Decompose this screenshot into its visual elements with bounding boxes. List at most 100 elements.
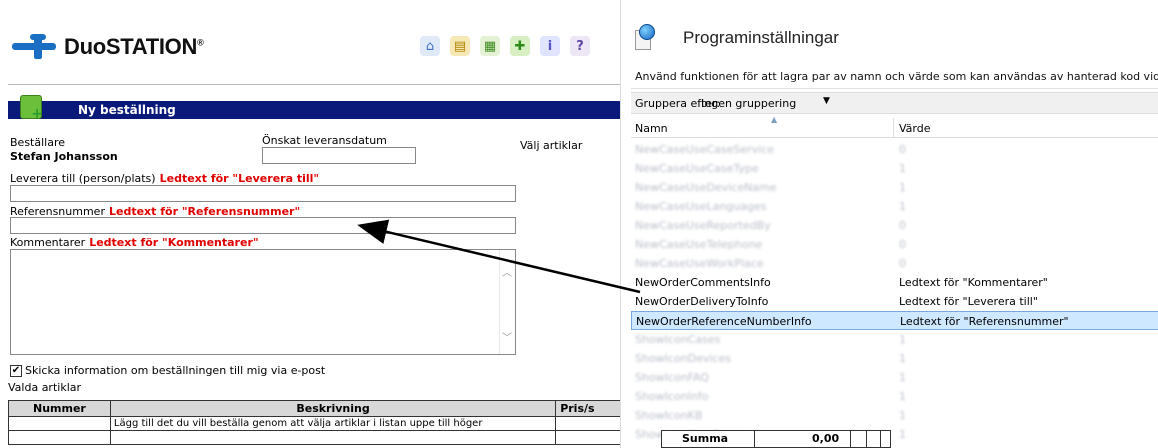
grid-header: ▲ Namn Värde bbox=[631, 115, 1158, 138]
setting-name: NewCaseUseReportedBy bbox=[635, 219, 771, 232]
deliver-to-input[interactable] bbox=[10, 185, 516, 202]
info-icon[interactable]: i bbox=[540, 36, 560, 56]
inbox-icon[interactable]: ▤ bbox=[450, 36, 470, 56]
setting-value: 1 bbox=[899, 333, 906, 346]
reference-input[interactable] bbox=[10, 217, 516, 234]
sum-value: 0,00 bbox=[812, 432, 840, 445]
home-icon[interactable]: ⌂ bbox=[420, 36, 440, 56]
articles-table: Nummer Beskrivning Pris/s Lägg till det … bbox=[8, 400, 708, 445]
selected-articles-label: Valda artiklar bbox=[8, 381, 82, 394]
section-header: Ny beställning bbox=[8, 95, 640, 122]
scroll-down-icon[interactable]: ﹀ bbox=[502, 329, 512, 344]
list-item[interactable]: NewCaseUseCaseType 1 bbox=[631, 159, 1158, 178]
list-item[interactable]: NewCaseUseCaseService 0 bbox=[631, 140, 1158, 159]
orderer-label: Beställare bbox=[10, 136, 65, 149]
setting-name: NewCaseUseDeviceName bbox=[635, 181, 777, 194]
order-icon[interactable]: ✚ bbox=[510, 36, 530, 56]
logo-mark-icon bbox=[12, 34, 60, 60]
group-by-bar: Gruppera efter: Ingen gruppering ▼ bbox=[631, 92, 1158, 114]
setting-name: ShowIconFAQ bbox=[635, 371, 709, 384]
setting-name: NewOrderCommentsInfo bbox=[635, 276, 771, 289]
list-item[interactable]: NewOrderReferenceNumberInfo Ledtext för "… bbox=[631, 311, 1158, 330]
setting-name: NewCaseUseCaseService bbox=[635, 143, 775, 156]
settings-list: NewCaseUseCaseService 0 NewCaseUseCaseType… bbox=[631, 140, 1158, 444]
choose-articles-label: Välj artiklar bbox=[520, 139, 583, 152]
sum-label: Summa bbox=[682, 432, 729, 445]
setting-value: 1 bbox=[899, 428, 906, 441]
setting-value: 1 bbox=[899, 409, 906, 422]
summary-bar: Summa 0,00 bbox=[661, 430, 891, 448]
setting-name: NewCaseUseTelephone bbox=[635, 238, 763, 251]
table-hint-cell: Lägg till det du vill beställa genom att… bbox=[109, 416, 557, 431]
comments-hint: Ledtext för "Kommentarer" bbox=[89, 236, 259, 249]
col-number[interactable]: Nummer bbox=[8, 400, 111, 417]
setting-name: NewOrderDeliveryToInfo bbox=[635, 295, 769, 308]
list-item[interactable]: ShowIconFAQ 1 bbox=[631, 368, 1158, 387]
delivery-date-input[interactable] bbox=[262, 147, 416, 164]
list-item[interactable]: ShowIconCases 1 bbox=[631, 330, 1158, 349]
email-checkbox[interactable]: ✔ bbox=[10, 364, 22, 377]
group-by-dropdown[interactable]: Ingen gruppering bbox=[701, 97, 796, 110]
table-row: Lägg till det du vill beställa genom att… bbox=[8, 416, 708, 431]
setting-name: ShowIconDevices bbox=[635, 352, 732, 365]
deliver-to-hint: Ledtext för "Leverera till" bbox=[159, 172, 320, 185]
help-icon[interactable]: ? bbox=[570, 36, 590, 56]
setting-name: NewOrderReferenceNumberInfo bbox=[636, 315, 812, 328]
setting-value: 0 bbox=[899, 143, 906, 156]
setting-name: ShowIconCases bbox=[635, 333, 721, 346]
list-item[interactable]: ShowIconDevices 1 bbox=[631, 349, 1158, 368]
logo-text: DuoSTATION bbox=[64, 34, 198, 59]
setting-value: 1 bbox=[899, 390, 906, 403]
setting-name: NewCaseUseWorkPlace bbox=[635, 257, 764, 270]
list-item[interactable]: NewCaseUseDeviceName 1 bbox=[631, 178, 1158, 197]
list-item[interactable]: NewOrderDeliveryToInfo Ledtext för "Lever… bbox=[631, 292, 1158, 311]
setting-value: 1 bbox=[899, 371, 906, 384]
list-item[interactable]: NewCaseUseWorkPlace 0 bbox=[631, 254, 1158, 273]
setting-value: Ledtext för "Referensnummer" bbox=[900, 315, 1069, 328]
list-item[interactable]: NewCaseUseReportedBy 0 bbox=[631, 216, 1158, 235]
col-value-header[interactable]: Värde bbox=[899, 122, 931, 135]
deliver-to-label-row: Leverera till (person/plats) Ledtext för … bbox=[10, 172, 319, 185]
delivery-date-label: Önskat leveransdatum bbox=[262, 134, 387, 147]
setting-value: 1 bbox=[899, 352, 906, 365]
header-divider bbox=[8, 84, 640, 85]
new-order-icon bbox=[20, 95, 43, 122]
section-title: Ny beställning bbox=[78, 103, 176, 117]
scroll-up-icon[interactable]: ︿ bbox=[502, 264, 512, 279]
logo-reg: ® bbox=[197, 37, 204, 48]
comments-textarea[interactable]: ︿ ﹀ bbox=[10, 249, 516, 355]
setting-value: Ledtext för "Leverera till" bbox=[899, 295, 1038, 308]
comments-scrollbar[interactable]: ︿ ﹀ bbox=[499, 250, 515, 354]
list-item[interactable]: NewOrderCommentsInfo Ledtext för "Komment… bbox=[631, 273, 1158, 292]
globe-settings-icon bbox=[635, 24, 657, 52]
orderer-value: Stefan Johansson bbox=[10, 150, 118, 163]
list-item[interactable]: NewCaseUseLanguages 1 bbox=[631, 197, 1158, 216]
setting-name: ShowIconKB bbox=[635, 409, 703, 422]
dropdown-caret-icon[interactable]: ▼ bbox=[823, 96, 830, 106]
setting-value: 1 bbox=[899, 200, 906, 213]
dialog-description: Använd funktionen för att lagra par av n… bbox=[635, 70, 1158, 83]
report-icon[interactable]: ▦ bbox=[480, 36, 500, 56]
col-name-header[interactable]: Namn bbox=[635, 122, 668, 135]
list-item[interactable]: ShowIconKB 1 bbox=[631, 406, 1158, 425]
setting-value: 1 bbox=[899, 181, 906, 194]
comments-label: Kommentarer bbox=[10, 236, 86, 249]
comments-label-row: Kommentarer Ledtext för "Kommentarer" bbox=[10, 236, 259, 249]
new-order-form: DuoSTATION® ⌂ ▤ ▦ ✚ i ? Ny beställning B… bbox=[0, 0, 708, 448]
setting-name: NewCaseUseLanguages bbox=[635, 200, 767, 213]
col-description[interactable]: Beskrivning bbox=[109, 400, 557, 417]
list-item[interactable]: ShowIconInfo 1 bbox=[631, 387, 1158, 406]
table-row bbox=[8, 430, 708, 445]
setting-value: 0 bbox=[899, 238, 906, 251]
duostation-logo[interactable]: DuoSTATION® bbox=[12, 34, 204, 60]
table-header-row: Nummer Beskrivning Pris/s bbox=[8, 400, 708, 417]
email-checkbox-label: Skicka information om beställningen till… bbox=[25, 364, 326, 377]
list-item[interactable]: NewCaseUseTelephone 0 bbox=[631, 235, 1158, 254]
setting-name: ShowIconInfo bbox=[635, 390, 709, 403]
setting-value: 1 bbox=[899, 162, 906, 175]
deliver-to-label: Leverera till (person/plats) bbox=[10, 172, 156, 185]
email-checkbox-row: ✔ Skicka information om beställningen ti… bbox=[10, 364, 325, 377]
sort-up-icon: ▲ bbox=[771, 115, 778, 124]
setting-value: 0 bbox=[899, 219, 906, 232]
toolbar: ⌂ ▤ ▦ ✚ i ? bbox=[420, 36, 590, 56]
